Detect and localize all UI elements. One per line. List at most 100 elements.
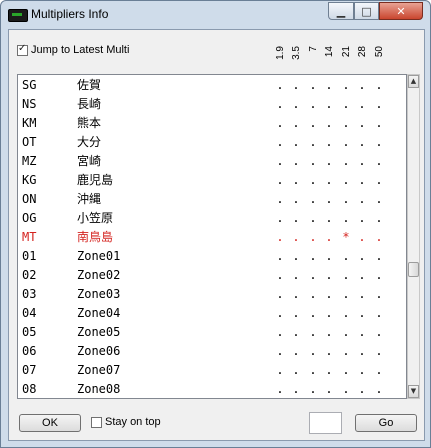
band-status-mark: . — [358, 211, 366, 225]
list-item[interactable]: 05 Zone05....... — [18, 323, 406, 342]
list-item[interactable]: 02 Zone02....... — [18, 266, 406, 285]
band-status-mark: . — [276, 78, 284, 92]
band-status-mark: . — [292, 192, 300, 206]
band-status-mark: . — [276, 135, 284, 149]
band-status-mark: . — [292, 154, 300, 168]
band-status-mark: . — [375, 230, 383, 244]
band-status-mark: . — [292, 173, 300, 187]
client-area: Jump to Latest Multi 1.9 3.5 7 14 21 28 50 SG 佐… — [8, 29, 425, 441]
multiplier-name: Zone08 — [77, 382, 121, 396]
list-item[interactable]: 08 Zone08....... — [18, 380, 406, 398]
minimize-button[interactable]: ▁ — [328, 2, 354, 20]
ok-button[interactable]: OK — [19, 414, 81, 432]
band-status-mark: . — [292, 325, 300, 339]
jump-to-latest-checkbox[interactable]: Jump to Latest Multi — [17, 43, 130, 56]
list-item[interactable]: KG 鹿児島....... — [18, 171, 406, 190]
window-title: Multipliers Info — [31, 7, 109, 21]
multiplier-code: KM — [22, 116, 37, 130]
band-status-mark: . — [358, 192, 366, 206]
band-status-mark: . — [292, 116, 300, 130]
multiplier-list[interactable]: SG 佐賀....... NS 長崎....... KM 熊本....... OT 大分...… — [17, 74, 407, 399]
list-item[interactable]: OG 小笠原....... — [18, 209, 406, 228]
close-button[interactable]: ✕ — [379, 2, 423, 20]
band-status-mark: . — [342, 192, 350, 206]
scroll-thumb[interactable] — [408, 262, 419, 277]
multiplier-code: OT — [22, 135, 37, 149]
band-status-mark: . — [358, 249, 366, 263]
title-bar[interactable]: Multipliers Info ▁ □ ✕ — [1, 1, 430, 27]
multiplier-code: 04 — [22, 306, 37, 320]
band-status-mark: . — [325, 325, 333, 339]
list-item[interactable]: MZ 宮崎....... — [18, 152, 406, 171]
stay-on-top-checkbox[interactable]: Stay on top — [91, 416, 161, 428]
multiplier-code: 07 — [22, 363, 37, 377]
multiplier-name: 小笠原 — [77, 211, 114, 225]
band-label: 28 — [357, 46, 368, 58]
bottom-bar: OK Stay on top Go — [9, 406, 424, 440]
go-input[interactable] — [309, 412, 342, 434]
band-status-mark: . — [325, 211, 333, 225]
jump-checkbox-box[interactable] — [17, 43, 28, 56]
list-item[interactable]: 06 Zone06....... — [18, 342, 406, 361]
multiplier-code: OG — [22, 211, 37, 225]
jump-checkbox-label: Jump to Latest Multi — [31, 44, 130, 56]
band-status-mark: . — [342, 135, 350, 149]
list-scrollbar[interactable]: ▲ ▼ — [407, 74, 420, 399]
list-item[interactable]: ON 沖縄....... — [18, 190, 406, 209]
band-status-mark: . — [276, 154, 284, 168]
band-status-mark: . — [325, 382, 333, 396]
stay-checkbox-box[interactable] — [91, 416, 102, 428]
band-status-mark: . — [375, 249, 383, 263]
band-status-mark: . — [309, 268, 317, 282]
band-status-mark: . — [325, 173, 333, 187]
band-status-mark: . — [358, 230, 366, 244]
band-status-mark: . — [292, 97, 300, 111]
band-status-mark: . — [309, 135, 317, 149]
band-status-mark: . — [325, 287, 333, 301]
band-status-mark: . — [276, 97, 284, 111]
list-item[interactable]: 03 Zone03....... — [18, 285, 406, 304]
band-status-mark: . — [325, 268, 333, 282]
list-item[interactable]: 01 Zone01....... — [18, 247, 406, 266]
band-status-mark: . — [325, 344, 333, 358]
multiplier-code: 02 — [22, 268, 37, 282]
list-item[interactable]: OT 大分....... — [18, 133, 406, 152]
list-item[interactable]: MT 南鳥島.... *.. — [18, 228, 406, 247]
band-status-mark: . — [375, 97, 383, 111]
band-status-mark: . — [375, 363, 383, 377]
band-status-mark: . — [292, 382, 300, 396]
go-button[interactable]: Go — [355, 414, 417, 432]
scroll-down-button[interactable]: ▼ — [408, 385, 419, 398]
scroll-up-button[interactable]: ▲ — [408, 75, 419, 88]
multiplier-code: ON — [22, 192, 37, 206]
band-status-mark: . — [375, 211, 383, 225]
list-item[interactable]: 04 Zone04....... — [18, 304, 406, 323]
stay-checkbox-label: Stay on top — [105, 416, 161, 428]
band-status-mark: . — [375, 135, 383, 149]
band-status-mark: . — [342, 268, 350, 282]
list-item[interactable]: KM 熊本....... — [18, 114, 406, 133]
maximize-icon: □ — [361, 4, 372, 18]
band-status-mark: . — [309, 287, 317, 301]
band-status-mark: . — [325, 97, 333, 111]
maximize-button[interactable]: □ — [354, 2, 379, 20]
multiplier-name: 熊本 — [77, 116, 102, 130]
multiplier-name: Zone02 — [77, 268, 121, 282]
band-status-mark: . — [358, 173, 366, 187]
multiplier-name: Zone03 — [77, 287, 121, 301]
band-status-mark: . — [292, 363, 300, 377]
band-status-mark: . — [276, 344, 284, 358]
list-item[interactable]: 07 Zone07....... — [18, 361, 406, 380]
list-item[interactable]: SG 佐賀....... — [18, 76, 406, 95]
band-status-mark: . — [309, 382, 317, 396]
band-status-mark: . — [292, 306, 300, 320]
band-status-mark: . — [309, 363, 317, 377]
app-window-icon[interactable] — [8, 9, 28, 22]
list-item[interactable]: NS 長崎....... — [18, 95, 406, 114]
band-label: 1.9 — [275, 46, 286, 60]
band-status-mark: . — [276, 382, 284, 396]
band-status-mark: . — [342, 78, 350, 92]
scroll-down-arrow-icon: ▼ — [410, 387, 417, 395]
band-status-mark: . — [358, 287, 366, 301]
multiplier-name: 南鳥島 — [77, 230, 114, 244]
